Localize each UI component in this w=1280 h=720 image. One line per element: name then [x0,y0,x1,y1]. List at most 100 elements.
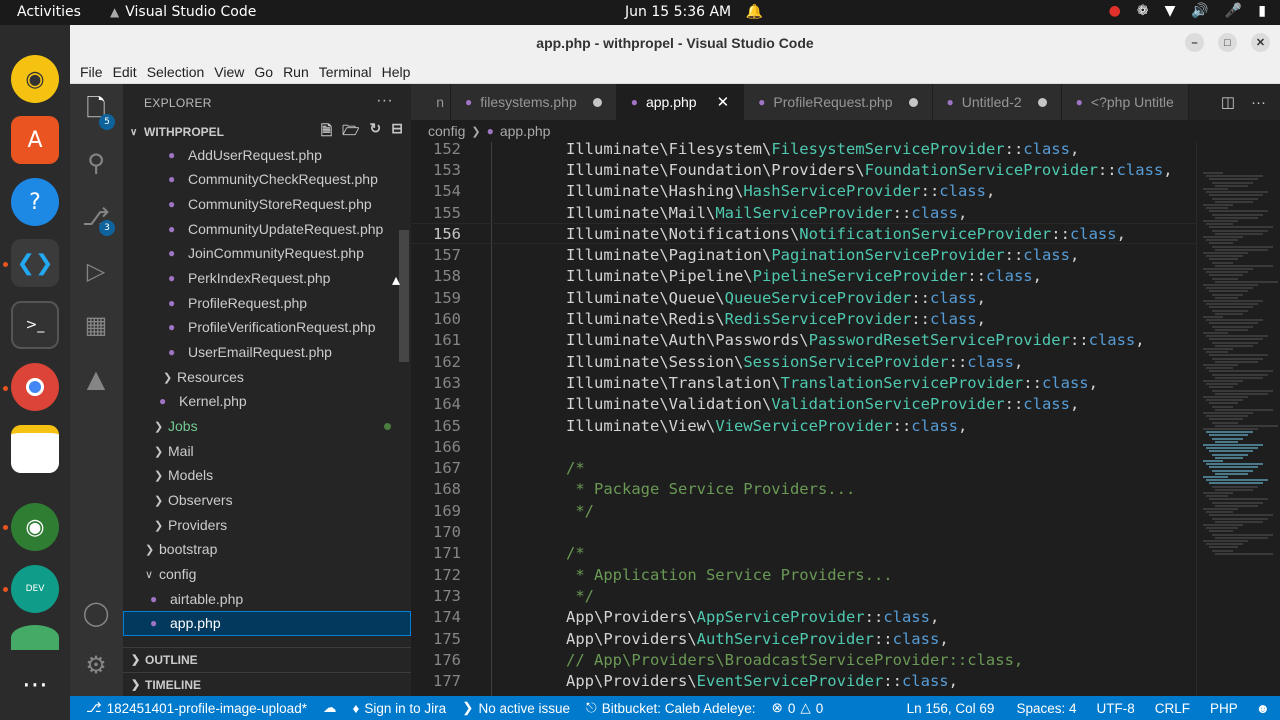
close-tab-icon[interactable]: ✕ [717,93,730,111]
minimize-button[interactable]: – [1185,33,1204,52]
close-button[interactable]: ✕ [1251,33,1270,52]
collapse-all-icon[interactable]: ⊟ [391,120,403,144]
code-line[interactable]: 170 [411,521,1196,542]
sync-status[interactable]: ☁ [315,700,345,716]
run-debug-icon[interactable]: ▷ [81,256,111,286]
language-status[interactable]: PHP [1198,701,1246,716]
refresh-icon[interactable]: ↻ [370,120,382,144]
issue-status[interactable]: ❯ No active issue [454,700,578,716]
code-line[interactable]: 161 Illuminate\Auth\Passwords\PasswordRes… [411,330,1196,351]
tree-file[interactable]: ● CommunityCheckRequest.php [123,167,411,192]
tree-file-selected[interactable]: ● app.php [123,611,411,636]
chrome-icon[interactable] [11,363,59,411]
settings-gear-icon[interactable]: ⚙ [81,650,111,680]
code-line[interactable]: 176 // App\Providers\BroadcastServiceProv… [411,649,1196,670]
code-line[interactable]: 177 App\Providers\EventServiceProvider::c… [411,671,1196,692]
code-line[interactable]: 165 Illuminate\View\ViewServiceProvider::… [411,415,1196,436]
menu-terminal[interactable]: Terminal [314,64,377,80]
new-file-icon[interactable]: 🗎 [321,120,332,144]
tree-folder[interactable]: ❯ bootstrap [123,537,411,562]
menu-help[interactable]: Help [377,64,416,80]
tree-file[interactable]: ● PerkIndexRequest.php [123,266,411,291]
show-apps-icon[interactable]: ⋯ [11,661,59,709]
menu-file[interactable]: File [75,64,108,80]
source-control-icon[interactable]: ⎇ 3 [81,202,115,236]
eol-status[interactable]: CRLF [1143,701,1198,716]
code-line[interactable]: 155 Illuminate\Mail\MailServiceProvider::… [411,202,1196,223]
bitbucket-status[interactable]: ⎋ Bitbucket: Caleb Adeleye: [578,700,764,716]
menu-go[interactable]: Go [249,64,278,80]
tree-file[interactable]: ● AddUserRequest.php [123,143,411,168]
tab-app-php[interactable]: ● app.php ✕ [616,84,745,120]
code-line[interactable]: 152 Illuminate\Filesystem\FilesystemServi… [411,142,1196,159]
code-line[interactable]: 158 Illuminate\Pipeline\PipelineServicePr… [411,266,1196,287]
feedback-icon[interactable]: ☻ [1246,701,1280,716]
notes-icon[interactable] [11,425,59,473]
menu-run[interactable]: Run [278,64,314,80]
rhythmbox-icon[interactable]: ◉ [11,55,59,103]
indentation-status[interactable]: Spaces: 4 [1008,701,1084,716]
tree-folder[interactable]: ❯ Observers [123,488,411,513]
code-line[interactable]: 162 Illuminate\Session\SessionServiceProv… [411,351,1196,372]
tree-file[interactable]: ● CommunityUpdateRequest.php [123,217,411,242]
breadcrumb-folder[interactable]: config [428,123,465,139]
extensions-icon[interactable]: ▦ [81,310,111,340]
system-tray[interactable]: ● ❁ ▼ 🔊 🎤 ▮ [1109,3,1266,19]
tab-untitled-2[interactable]: ● Untitled-2 [932,84,1062,120]
timeline-section[interactable]: ❯ TIMELINE [123,672,411,696]
code-line[interactable]: 159 Illuminate\Queue\QueueServiceProvider… [411,287,1196,308]
problems-status[interactable]: ⊗ 0 △ 0 [764,700,832,716]
tree-file[interactable]: ● airtable.php [123,587,411,612]
tree-folder[interactable]: ❯ Jobs [123,414,411,439]
more-actions-icon[interactable]: ··· [376,92,393,110]
menu-selection[interactable]: Selection [142,64,210,80]
code-line[interactable]: 160 Illuminate\Redis\RedisServiceProvider… [411,308,1196,329]
activities-button[interactable]: Activities [17,4,81,20]
software-center-icon[interactable]: A [11,116,59,164]
help-icon[interactable]: ? [11,178,59,226]
code-line[interactable]: 157 Illuminate\Pagination\PaginationServi… [411,245,1196,266]
menu-edit[interactable]: Edit [108,64,142,80]
more-actions-icon[interactable]: ··· [1251,94,1266,111]
title-bar[interactable]: app.php - withpropel - Visual Studio Cod… [70,25,1280,60]
code-line[interactable]: 169 */ [411,500,1196,521]
vscode-dock-icon[interactable]: ❮❯ [11,239,59,287]
code-line[interactable]: 174 App\Providers\AppServiceProvider::cla… [411,607,1196,628]
code-line[interactable]: 171 /* [411,543,1196,564]
app-icon[interactable] [11,625,59,650]
tree-folder[interactable]: ❯ Resources [123,365,411,390]
code-line[interactable]: 163 Illuminate\Translation\TranslationSer… [411,372,1196,393]
maximize-button[interactable]: □ [1218,33,1237,52]
search-icon[interactable]: ⚲ [81,148,111,178]
explorer-icon[interactable]: 🗋 5 [81,94,115,130]
sidebar-scrollbar[interactable] [399,230,409,362]
outline-section[interactable]: ❯ OUTLINE [123,647,411,671]
terminal-icon[interactable]: >_ [11,301,59,349]
code-line[interactable]: 167 /* [411,458,1196,479]
app-menu[interactable]: ▲ Visual Studio Code [110,4,256,20]
tab-profile-request[interactable]: ● ProfileRequest.php [744,84,933,120]
atlassian-icon[interactable]: ▲ [81,364,111,394]
clock[interactable]: Jun 15 5:36 AM 🔔 [625,4,763,20]
tree-file[interactable]: ● JoinCommunityRequest.php [123,241,411,266]
code-editor[interactable]: 152 Illuminate\Filesystem\FilesystemServi… [411,142,1196,696]
edge-dev-icon[interactable]: DEV [11,565,59,613]
breadcrumb-file[interactable]: app.php [500,123,551,139]
menu-view[interactable]: View [209,64,249,80]
tree-file[interactable]: ● ProfileVerificationRequest.php [123,315,411,340]
code-line[interactable]: 153 Illuminate\Foundation\Providers\Found… [411,159,1196,180]
code-line[interactable]: 168 * Package Service Providers... [411,479,1196,500]
cursor-position[interactable]: Ln 156, Col 69 [899,701,1009,716]
tab-untitled-php[interactable]: ● <?php Untitle [1061,84,1189,120]
tree-folder[interactable]: ❯ Providers [123,513,411,538]
new-folder-icon[interactable]: 🗁 [342,120,359,144]
split-editor-icon[interactable]: ◫ [1221,93,1235,111]
tree-file[interactable]: ● ProfileRequest.php [123,291,411,316]
tree-file[interactable]: ● UserEmailRequest.php [123,340,411,365]
branch-status[interactable]: ⎇ 182451401-profile-image-upload* [70,700,315,716]
code-line[interactable]: 172 * Application Service Providers... [411,564,1196,585]
code-line[interactable]: 175 App\Providers\AuthServiceProvider::cl… [411,628,1196,649]
code-line[interactable]: 154 Illuminate\Hashing\HashServiceProvide… [411,181,1196,202]
minimap[interactable] [1196,142,1280,696]
code-line[interactable]: 173 */ [411,585,1196,606]
